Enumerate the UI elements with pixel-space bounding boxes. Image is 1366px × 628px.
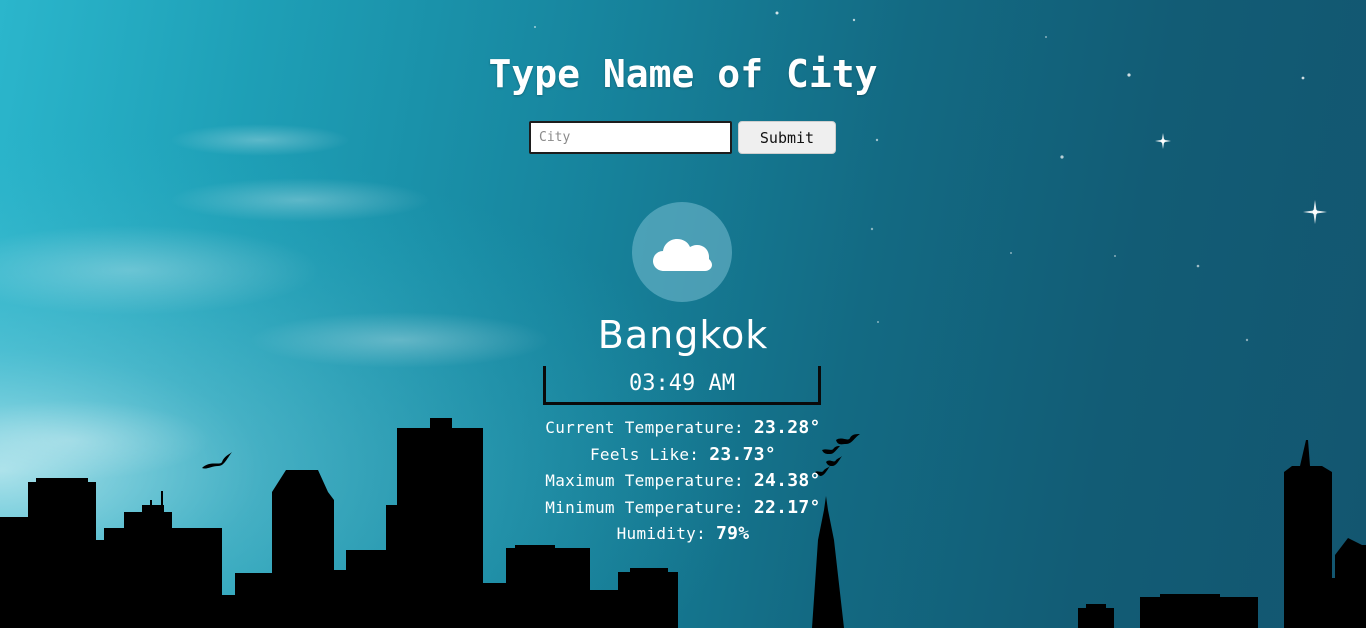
stat-label: Maximum Temperature: — [545, 471, 754, 490]
stat-value: 23.73° — [709, 443, 777, 465]
stat-value: 24.38° — [753, 470, 821, 491]
stat-humidity: Humidity: 79% — [0, 521, 1366, 548]
stat-label: Feels Like: — [589, 444, 710, 464]
weather-icon-badge — [632, 202, 732, 302]
stat-current-temperature: Current Temperature: 23.28° — [0, 415, 1366, 442]
stat-label: Current Temperature: — [545, 418, 754, 437]
city-input[interactable] — [529, 121, 732, 154]
stat-minimum-temperature: Minimum Temperature: 22.17° — [0, 495, 1366, 522]
stat-value: 22.17° — [753, 496, 821, 518]
stat-label: Humidity: — [616, 524, 716, 543]
search-form: Submit — [529, 121, 836, 154]
stat-label: Minimum Temperature: — [545, 497, 754, 517]
submit-button[interactable]: Submit — [738, 121, 836, 154]
stat-maximum-temperature: Maximum Temperature: 24.38° — [0, 468, 1366, 495]
page-title: Type Name of City — [488, 52, 878, 96]
cloud-icon — [653, 239, 712, 271]
city-name: Bangkok — [597, 313, 769, 357]
stat-feels-like: Feels Like: 23.73° — [0, 442, 1366, 469]
stat-value: 23.28° — [753, 417, 821, 438]
local-time: 03:49 AM — [543, 366, 821, 405]
weather-stats: Current Temperature: 23.28° Feels Like: … — [0, 415, 1366, 548]
stat-value: 79% — [715, 523, 750, 544]
